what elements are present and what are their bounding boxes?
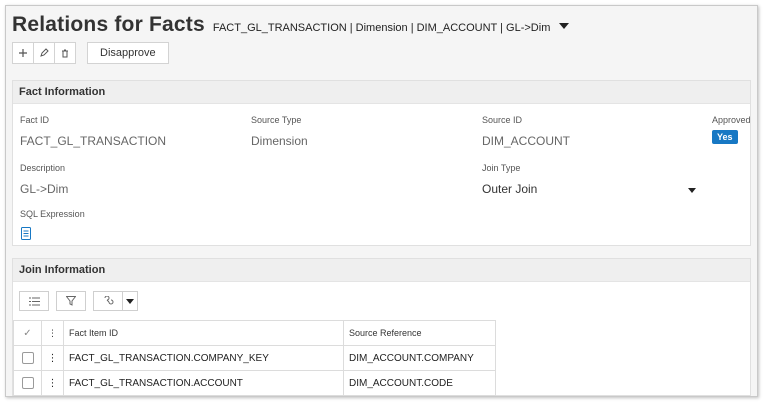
fact-information-title: Fact Information	[13, 81, 750, 104]
description-value: GL->Dim	[20, 182, 69, 196]
table-row[interactable]: ⋮ FACT_GL_TRANSACTION.ACCOUNT DIM_ACCOUN…	[13, 370, 496, 396]
main-toolbar: Disapprove	[12, 42, 169, 64]
source-id-field: Source ID DIM_ACCOUNT	[482, 115, 570, 148]
source-id-value: DIM_ACCOUNT	[482, 134, 571, 148]
row-checkbox-cell[interactable]	[13, 345, 42, 371]
description-label: Description	[20, 163, 66, 173]
row-checkbox[interactable]	[21, 377, 34, 389]
source-type-field: Source Type Dimension	[251, 115, 308, 148]
source-id-label: Source ID	[482, 115, 523, 125]
list-icon	[28, 297, 40, 305]
pencil-icon	[40, 48, 49, 57]
edit-button[interactable]	[33, 42, 55, 64]
list-view-button[interactable]	[19, 291, 49, 311]
join-information-panel: Join Information ✓ ⋮ Fact Item ID Source…	[12, 258, 751, 396]
checkmark-icon: ✓	[23, 327, 32, 339]
fact-item-id-cell: FACT_GL_TRANSACTION.COMPANY_KEY	[63, 345, 344, 371]
source-reference-cell: DIM_ACCOUNT.CODE	[343, 370, 496, 396]
join-type-dropdown-caret[interactable]	[688, 188, 696, 193]
join-type-label: Join Type	[482, 163, 521, 173]
row-checkbox[interactable]	[21, 352, 34, 364]
fact-information-panel: Fact Information Fact ID FACT_GL_TRANSAC…	[12, 80, 751, 246]
row-menu-button[interactable]: ⋮	[41, 345, 64, 371]
fact-id-label: Fact ID	[20, 115, 50, 125]
description-field: Description GL->Dim	[20, 163, 68, 196]
relations-window: Relations for Facts FACT_GL_TRANSACTION …	[5, 5, 758, 397]
filter-icon	[66, 296, 76, 306]
join-type-select[interactable]: Outer Join	[482, 182, 697, 196]
fact-id-value: FACT_GL_TRANSACTION	[20, 134, 167, 148]
column-settings-button[interactable]	[93, 291, 123, 311]
page-title: Relations for Facts	[12, 13, 205, 36]
disapprove-button[interactable]: Disapprove	[87, 42, 169, 64]
table-header-row: ✓ ⋮ Fact Item ID Source Reference	[13, 320, 496, 346]
delete-button[interactable]	[54, 42, 76, 64]
join-type-field[interactable]: Join Type Outer Join	[482, 163, 697, 196]
document-icon[interactable]	[21, 227, 31, 240]
row-menu-button[interactable]: ⋮	[41, 370, 64, 396]
row-checkbox-cell[interactable]	[13, 370, 42, 396]
fact-id-field: Fact ID FACT_GL_TRANSACTION	[20, 115, 166, 148]
join-information-title: Join Information	[13, 259, 750, 282]
approved-label: Approved	[712, 115, 751, 125]
column-settings-dropdown[interactable]	[122, 291, 138, 311]
add-button[interactable]	[12, 42, 34, 64]
approved-field: Approved Yes	[712, 115, 751, 145]
settings-icon	[104, 296, 113, 305]
join-table: ✓ ⋮ Fact Item ID Source Reference ⋮ FACT…	[13, 320, 496, 396]
column-header-source-reference[interactable]: Source Reference	[343, 320, 496, 346]
chevron-down-icon	[126, 298, 134, 304]
sql-expression-label: SQL Expression	[20, 209, 85, 219]
breadcrumb-dropdown-caret[interactable]	[559, 23, 570, 29]
breadcrumb: FACT_GL_TRANSACTION | Dimension | DIM_AC…	[212, 22, 551, 34]
fact-item-id-cell: FACT_GL_TRANSACTION.ACCOUNT	[63, 370, 344, 396]
column-header-fact-item-id[interactable]: Fact Item ID	[63, 320, 344, 346]
source-type-label: Source Type	[251, 115, 302, 125]
table-row[interactable]: ⋮ FACT_GL_TRANSACTION.COMPANY_KEY DIM_AC…	[13, 345, 496, 371]
source-type-value: Dimension	[251, 134, 308, 148]
join-toolbar	[19, 291, 145, 311]
plus-icon	[19, 49, 27, 57]
page-header: Relations for Facts FACT_GL_TRANSACTION …	[12, 13, 570, 37]
select-all-header[interactable]: ✓	[13, 320, 42, 346]
source-reference-cell: DIM_ACCOUNT.COMPANY	[343, 345, 496, 371]
sql-expression-field: SQL Expression	[20, 209, 85, 219]
trash-icon	[62, 49, 68, 58]
approved-status-badge: Yes	[712, 130, 738, 144]
filter-button[interactable]	[56, 291, 86, 311]
row-menu-header[interactable]: ⋮	[41, 320, 64, 346]
